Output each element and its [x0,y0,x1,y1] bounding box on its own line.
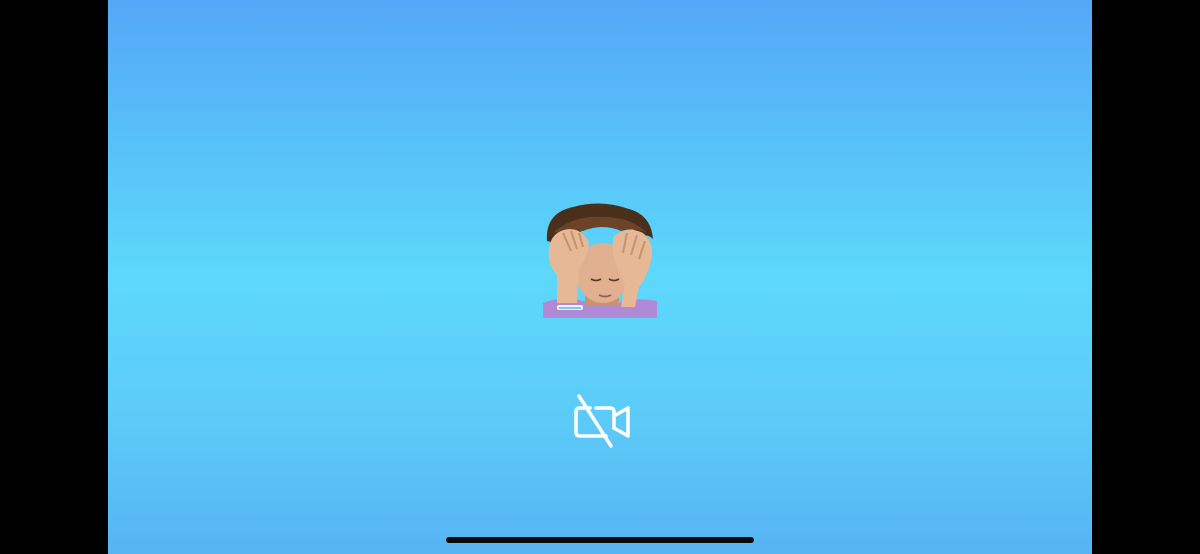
camera-toggle-button[interactable] [570,388,634,450]
home-indicator[interactable] [446,537,754,543]
video-call-screen [108,0,1092,554]
letterbox-right [1092,0,1200,554]
video-camera-off-icon [574,394,630,448]
letterbox-left [0,0,108,554]
sticker-image [543,203,657,318]
